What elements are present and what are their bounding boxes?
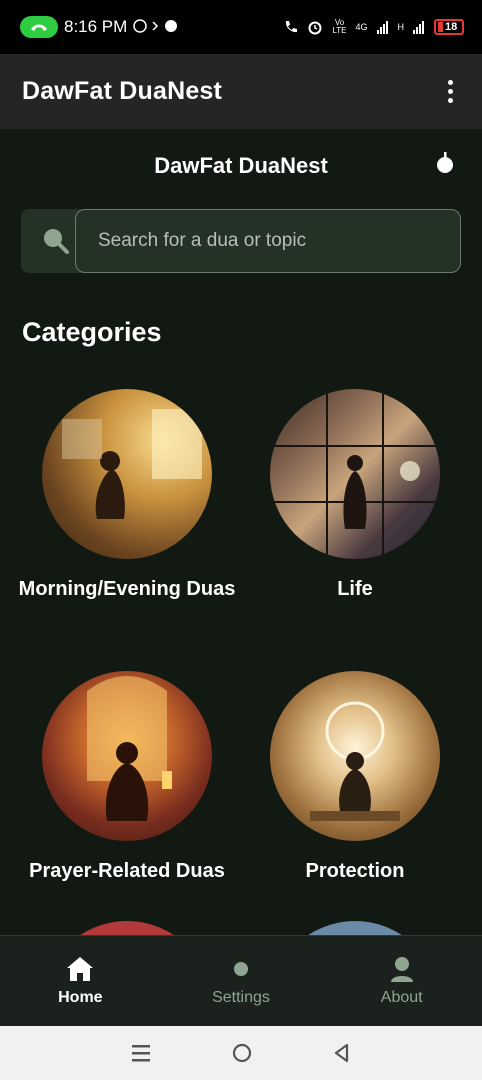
- category-label: Morning/Evening Duas: [18, 578, 236, 600]
- bottom-navigation: Home Settings About: [0, 935, 482, 1026]
- category-card-partial-1[interactable]: [17, 921, 237, 935]
- system-navigation-bar: [0, 1026, 482, 1080]
- wifi-call-icon: [286, 21, 298, 33]
- search-icon: [44, 229, 69, 254]
- category-image-morning-evening: [42, 389, 212, 559]
- person-icon: [390, 957, 413, 982]
- call-indicator-icon[interactable]: [20, 16, 58, 38]
- more-options-icon[interactable]: [440, 77, 460, 107]
- nav-settings[interactable]: Settings: [161, 936, 322, 1026]
- category-image-prayer: [42, 671, 212, 841]
- status-time: 8:16 PM: [64, 17, 128, 36]
- status-bar: 8:16 PM Vo LTE 4G H 18: [0, 0, 482, 54]
- battery-level: 18: [445, 21, 458, 33]
- signal-icon: [376, 21, 388, 34]
- main-content[interactable]: DawFat DuaNest Categories Morning: [0, 129, 482, 935]
- search-bar: [21, 209, 461, 273]
- category-card-morning-evening[interactable]: Morning/Evening Duas: [17, 389, 237, 605]
- search-input[interactable]: [75, 209, 461, 273]
- page-title: DawFat DuaNest: [154, 153, 328, 178]
- theme-toggle-icon[interactable]: [436, 151, 454, 175]
- category-card-protection[interactable]: Protection: [245, 671, 465, 887]
- status-right-icons: Vo LTE 4G H 18: [283, 19, 464, 35]
- sub-header: DawFat DuaNest: [0, 149, 482, 183]
- category-card-partial-2[interactable]: [245, 921, 465, 935]
- recent-apps-icon[interactable]: [130, 1043, 152, 1063]
- settings-dot-icon: [234, 962, 248, 976]
- signal-icon-2: [413, 21, 424, 34]
- network-4g-label: 4G: [355, 22, 368, 32]
- category-image-protection: [270, 671, 440, 841]
- app-bar: DawFat DuaNest: [0, 54, 482, 129]
- home-icon: [67, 957, 94, 981]
- battery-icon: 18: [434, 19, 464, 35]
- nav-home[interactable]: Home: [0, 936, 161, 1026]
- categories-title: Categories: [22, 317, 162, 347]
- back-icon[interactable]: [332, 1043, 352, 1063]
- category-card-life[interactable]: Life: [245, 389, 465, 605]
- category-label: Protection: [305, 860, 405, 882]
- category-image-life: [270, 389, 440, 559]
- category-card-prayer[interactable]: Prayer-Related Duas: [17, 671, 237, 887]
- nav-settings-label: Settings: [212, 989, 270, 1006]
- status-notification-icons: [133, 18, 179, 36]
- category-label: Life: [337, 578, 373, 600]
- nav-home-label: Home: [58, 989, 103, 1006]
- app-title: DawFat DuaNest: [22, 77, 223, 105]
- category-image-partial-2: [270, 921, 440, 935]
- nav-about-label: About: [380, 989, 423, 1006]
- volte-label: Vo LTE: [332, 18, 347, 35]
- category-label: Prayer-Related Duas: [29, 860, 225, 882]
- network-h-label: H: [397, 22, 405, 32]
- home-button-icon[interactable]: [231, 1042, 253, 1064]
- category-image-partial-1: [42, 921, 212, 935]
- alarm-icon: [308, 21, 322, 35]
- nav-about[interactable]: About: [321, 936, 482, 1026]
